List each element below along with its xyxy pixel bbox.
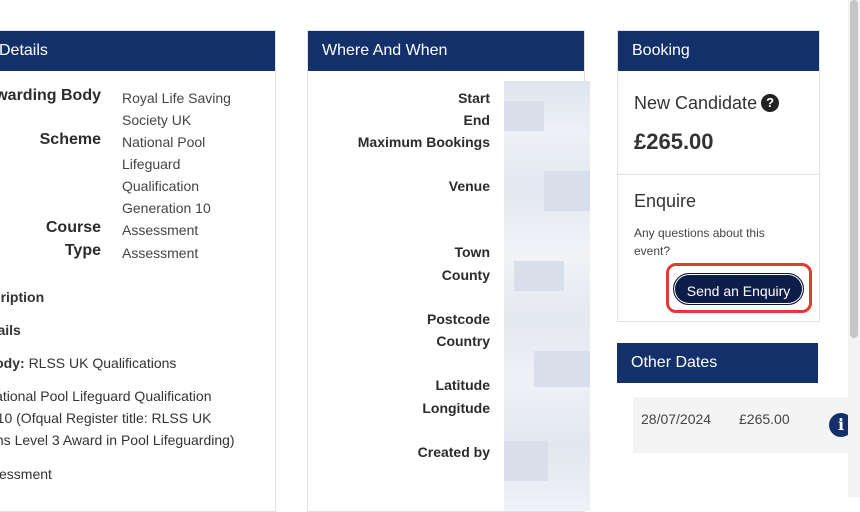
question-circle-icon[interactable]: ? (761, 94, 780, 112)
booking-price: £265.00 (634, 129, 714, 154)
other-dates-header: Other Dates (617, 343, 818, 383)
scrollbar-thumb[interactable] (850, 0, 858, 338)
scheme-label: Scheme (39, 131, 101, 148)
body-value: RLSS UK Qualifications (28, 355, 177, 371)
town-label: Town (454, 244, 490, 260)
send-enquiry-button[interactable]: Send an Enquiry (673, 273, 804, 305)
description-heading: scription (0, 289, 45, 305)
other-date: 28/07/2024 (641, 411, 712, 427)
assessment-text: ssessment (0, 466, 52, 482)
body-line: Body: RLSS UK Qualifications (0, 352, 176, 374)
other-dates-panel: Other Dates 28/07/2024 £265.00 i (617, 343, 860, 493)
qualification-line-3: ions Level 3 Award in Pool Lifeguarding) (0, 432, 235, 448)
qualification-line-1: National Pool Lifeguard Qualification (0, 388, 212, 404)
enquire-title: Enquire (634, 191, 697, 211)
other-date-price: £265.00 (739, 411, 790, 427)
details-panel: Details Awarding Body Royal Life Saving … (0, 30, 276, 512)
where-and-when-panel: Where And When Start End Maximum Booking… (307, 30, 590, 512)
list-item[interactable]: 28/07/2024 £265.00 i (633, 397, 860, 453)
type-value: Assessment (122, 245, 199, 261)
candidate-type: New Candidate? (634, 93, 780, 114)
booking-panel: Booking New Candidate? £265.00 Enquire A… (617, 30, 820, 322)
course-value: Assessment (122, 222, 199, 238)
created-by-label: Created by (417, 444, 490, 460)
body-label: Body: (0, 355, 25, 371)
course-label: Course (45, 219, 101, 236)
county-label: County (441, 267, 490, 283)
country-label: Country (436, 333, 490, 349)
details-header: Details (0, 31, 275, 71)
qualification-line-2: n 10 (Ofqual Register title: RLSS UK (0, 410, 212, 426)
candidate-label: New Candidate (634, 93, 758, 113)
venue-label: Venue (448, 178, 490, 194)
redacted-values (504, 81, 590, 511)
scrollbar[interactable] (848, 0, 860, 497)
maximum-bookings-label: Maximum Bookings (357, 134, 490, 150)
where-header: Where And When (308, 31, 584, 71)
longitude-label: Longitude (422, 400, 490, 416)
type-label: Type (64, 242, 101, 259)
postcode-label: Postcode (426, 311, 490, 327)
booking-divider (618, 174, 819, 175)
end-label: End (463, 112, 490, 128)
awarding-body-label: Awarding Body (0, 87, 101, 104)
scheme-value: National Pool Lifeguard Qualification Ge… (122, 134, 211, 216)
latitude-label: Latitude (435, 377, 490, 393)
booking-header: Booking (618, 31, 819, 71)
details-subheading: etails (0, 322, 21, 338)
enquire-text: Any questions about this event? (634, 226, 765, 258)
start-label: Start (458, 90, 490, 106)
awarding-body-value: Royal Life Saving Society UK (122, 90, 231, 128)
